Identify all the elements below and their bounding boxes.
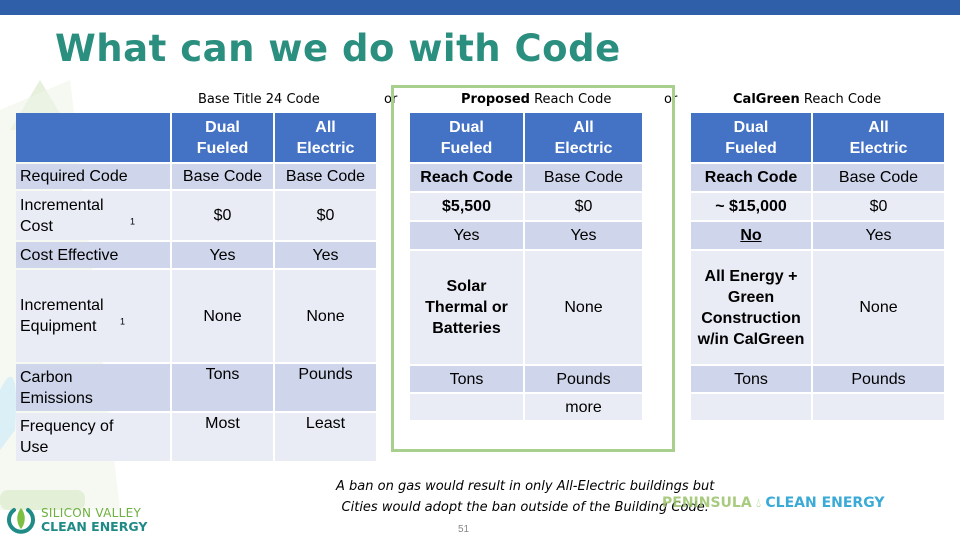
- top-banner-bar: [0, 0, 960, 15]
- cell: Reach Code: [691, 164, 811, 191]
- table-row: Tons Pounds: [410, 366, 642, 392]
- header-dual-fueled: Dual Fueled: [410, 113, 523, 162]
- calgreen-table-caption: CalGreen Reach Code: [733, 92, 882, 107]
- proposed-reach-code-table: Dual Fueled All Electric Reach Code Base…: [408, 111, 644, 422]
- cell: Reach Code: [410, 164, 523, 191]
- cell: No: [691, 222, 811, 249]
- header-dual-fueled: Dual Fueled: [691, 113, 811, 162]
- table-row: Tons Pounds: [691, 366, 944, 392]
- cell: None: [525, 251, 642, 364]
- table-row: Yes Yes: [410, 222, 642, 249]
- row-label: Incremental Equipment 1: [16, 270, 170, 362]
- cell: Tons: [691, 366, 811, 392]
- cell: None: [275, 270, 376, 362]
- table-row: ~ $15,000 $0: [691, 193, 944, 220]
- cell: Base Code: [525, 164, 642, 191]
- table-row: Solar Thermal or Batteries None: [410, 251, 642, 364]
- table-row: Required Code Base Code Base Code: [16, 164, 376, 189]
- footnote-line-1: A ban on gas would result in only All-El…: [336, 479, 715, 494]
- cell: All Energy + Green Construction w/in Cal…: [691, 251, 811, 364]
- peninsula-clean-energy-logo: PENINSULA 💧︎ CLEAN ENERGY: [662, 495, 885, 511]
- page-number: 51: [458, 524, 470, 535]
- header-dual-fueled: Dual Fueled: [172, 113, 273, 162]
- cell: [691, 394, 811, 420]
- leaf-in-circle-icon: [7, 508, 35, 534]
- cell: None: [172, 270, 273, 362]
- cell: Yes: [813, 222, 944, 249]
- cell: Least: [275, 413, 376, 461]
- cell: Solar Thermal or Batteries: [410, 251, 523, 364]
- table-row: Frequency of Use Most Least: [16, 413, 376, 461]
- svce-line-2: CLEAN ENERGY: [41, 519, 148, 534]
- table-row: Incremental Cost 1 $0 $0: [16, 191, 376, 240]
- cell: $5,500: [410, 193, 523, 220]
- header-all-electric: All Electric: [525, 113, 642, 162]
- silicon-valley-clean-energy-logo: SILICON VALLEY CLEAN ENERGY: [6, 505, 147, 535]
- cell: Yes: [275, 242, 376, 268]
- cell: $0: [172, 191, 273, 240]
- table-row: [691, 394, 944, 420]
- cell: Tons: [410, 366, 523, 392]
- cell: Pounds: [275, 364, 376, 411]
- cell: $0: [525, 193, 642, 220]
- row-label: Incremental Cost 1: [16, 191, 170, 240]
- cell: $0: [813, 193, 944, 220]
- table-row: more: [410, 394, 642, 420]
- cell: Most: [172, 413, 273, 461]
- table-row: No Yes: [691, 222, 944, 249]
- leaf-drop-icon: 💧︎: [756, 496, 761, 510]
- table-row: Reach Code Base Code: [691, 164, 944, 191]
- table-row: Cost Effective Yes Yes: [16, 242, 376, 268]
- footnote-line-2: Cities would adopt the ban outside of th…: [341, 500, 709, 515]
- table-row: Carbon Emissions Tons Pounds: [16, 364, 376, 411]
- header-empty-cell: [16, 113, 170, 162]
- footnote-text: A ban on gas would result in only All-El…: [336, 476, 714, 518]
- cell: Base Code: [275, 164, 376, 189]
- row-label: Frequency of Use: [16, 413, 170, 461]
- cell: Yes: [172, 242, 273, 268]
- base-table-caption: Base Title 24 Code: [198, 92, 320, 107]
- cell: Yes: [410, 222, 523, 249]
- cell: [813, 394, 944, 420]
- cell: Base Code: [813, 164, 944, 191]
- cell: Tons: [172, 364, 273, 411]
- table-row: Reach Code Base Code: [410, 164, 642, 191]
- table-row: $5,500 $0: [410, 193, 642, 220]
- cell: more: [525, 394, 642, 420]
- cell: Yes: [525, 222, 642, 249]
- row-label: Carbon Emissions: [16, 364, 170, 411]
- header-all-electric: All Electric: [813, 113, 944, 162]
- cell: Pounds: [813, 366, 944, 392]
- cell: Pounds: [525, 366, 642, 392]
- header-all-electric: All Electric: [275, 113, 376, 162]
- row-label: Required Code: [16, 164, 170, 189]
- cell: ~ $15,000: [691, 193, 811, 220]
- cell: None: [813, 251, 944, 364]
- row-label: Cost Effective: [16, 242, 170, 268]
- cell: Base Code: [172, 164, 273, 189]
- slide-title: What can we do with Code: [55, 27, 621, 70]
- table-row: All Energy + Green Construction w/in Cal…: [691, 251, 944, 364]
- cell: [410, 394, 523, 420]
- cell: $0: [275, 191, 376, 240]
- calgreen-reach-code-table: Dual Fueled All Electric Reach Code Base…: [689, 111, 946, 422]
- base-code-table: Dual Fueled All Electric Required Code B…: [14, 111, 378, 463]
- table-row: Incremental Equipment 1 None None: [16, 270, 376, 362]
